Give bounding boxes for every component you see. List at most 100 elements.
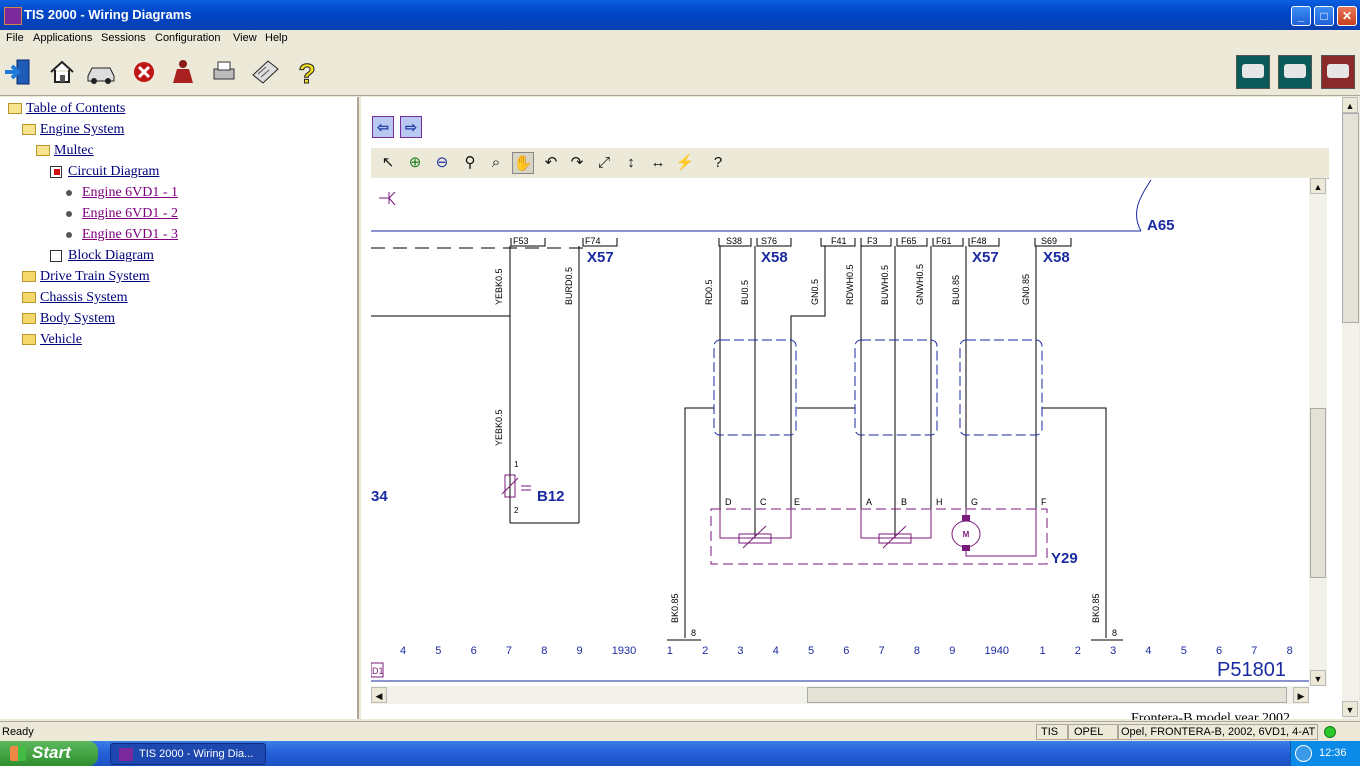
fit-height-icon[interactable]: ↕: [620, 152, 642, 174]
user-icon[interactable]: [168, 57, 198, 87]
start-button[interactable]: Start: [0, 741, 98, 766]
menu-configuration[interactable]: Configuration: [155, 32, 220, 44]
maximize-button[interactable]: □: [1314, 6, 1334, 26]
grid-number: 7: [1251, 645, 1257, 657]
tray-expand-icon[interactable]: [1295, 745, 1312, 762]
print-icon[interactable]: [209, 57, 239, 87]
bullet-icon: [66, 190, 72, 196]
wire-label: GN0.85: [1021, 274, 1031, 305]
windows-logo-icon: [10, 746, 26, 761]
tree-engine-system[interactable]: Engine System: [40, 122, 124, 138]
close-button[interactable]: ✕: [1337, 6, 1357, 26]
help-icon[interactable]: ?: [292, 57, 322, 88]
scroll-up-icon[interactable]: ▲: [1342, 97, 1358, 113]
scroll-thumb[interactable]: [807, 687, 1287, 703]
grid-number: 1930: [612, 645, 636, 657]
diagram-horizontal-scrollbar[interactable]: ◀ ▶: [371, 686, 1309, 704]
pin-label: C: [760, 497, 767, 507]
wiring-diagram[interactable]: A65 F53 F74 S38 S76 F41 F3 F65 F61 F48 S…: [371, 178, 1309, 686]
grid-number: 2: [1075, 645, 1081, 657]
tree-circuit-diagram[interactable]: Circuit Diagram: [68, 164, 159, 180]
tree-multec[interactable]: Multec: [54, 143, 94, 159]
tree-vehicle[interactable]: Vehicle: [40, 332, 82, 348]
tree-engine-6vd1-3[interactable]: Engine 6VD1 - 3: [82, 227, 178, 243]
select-tool-icon[interactable]: ↖: [377, 152, 399, 174]
menu-sessions[interactable]: Sessions: [101, 32, 146, 44]
navigation-tree: Table of Contents Engine System Multec C…: [0, 97, 359, 719]
pan-hand-icon[interactable]: ✋: [512, 152, 534, 174]
fit-page-icon[interactable]: ⤢: [593, 152, 615, 174]
menu-help[interactable]: Help: [265, 32, 288, 44]
diagram-vertical-scrollbar[interactable]: ▲ ▼: [1309, 178, 1327, 686]
tree-body-system[interactable]: Body System: [40, 311, 115, 327]
wire-label: YEBK0.5: [494, 268, 504, 305]
pane-vertical-scrollbar[interactable]: ▲ ▼: [1342, 97, 1359, 719]
menu-view[interactable]: View: [233, 32, 257, 44]
scroll-up-icon[interactable]: ▲: [1310, 178, 1326, 194]
vehicle-diagnosis-icon[interactable]: [1321, 55, 1355, 89]
forward-button[interactable]: ⇨: [400, 116, 422, 138]
pin-label: 1: [514, 460, 519, 469]
folder-icon: [22, 334, 36, 345]
diagram-canvas: A65 F53 F74 S38 S76 F41 F3 F65 F61 F48 S…: [371, 179, 1309, 682]
scroll-thumb[interactable]: [1342, 113, 1359, 323]
grid-number: 4: [773, 645, 779, 657]
taskbar-item[interactable]: TIS 2000 - Wiring Dia...: [110, 743, 266, 765]
wire-label: BU0.85: [951, 275, 961, 305]
grid-number: 5: [808, 645, 814, 657]
scroll-right-icon[interactable]: ▶: [1293, 687, 1309, 703]
fuse-label: F53: [513, 236, 529, 246]
scroll-thumb[interactable]: [1310, 408, 1326, 578]
grid-number: 4: [1145, 645, 1151, 657]
system-tray: 12:36: [1290, 741, 1360, 766]
status-text: Ready: [2, 726, 34, 738]
vehicle-icon[interactable]: [86, 57, 116, 87]
grid-number: 8: [914, 645, 920, 657]
back-button[interactable]: ⇦: [372, 116, 394, 138]
menu-file[interactable]: File: [6, 32, 24, 44]
zoom-in-icon[interactable]: ⊕: [404, 152, 426, 174]
tree-block-diagram[interactable]: Block Diagram: [68, 248, 154, 264]
scroll-down-icon[interactable]: ▼: [1310, 670, 1326, 686]
exit-icon[interactable]: [3, 57, 33, 87]
tree-engine-6vd1-1[interactable]: Engine 6VD1 - 1: [82, 185, 178, 201]
vehicle-data-icon[interactable]: [1278, 55, 1312, 89]
connector-x58: X58: [761, 249, 788, 266]
zoom-icon[interactable]: ⚲: [459, 152, 481, 174]
notepad-icon[interactable]: [250, 57, 280, 87]
grid-number: 3: [1110, 645, 1116, 657]
scroll-down-icon[interactable]: ▼: [1342, 701, 1358, 717]
zoom-area-icon[interactable]: ⌕: [485, 152, 507, 174]
menu-applications[interactable]: Applications: [33, 32, 92, 44]
tree-drive-train-system[interactable]: Drive Train System: [40, 269, 150, 285]
connector-x58: X58: [1043, 249, 1070, 266]
fit-width-icon[interactable]: ↔: [647, 152, 669, 174]
corner-label: D1: [372, 666, 384, 676]
fuse-label: F48: [971, 236, 987, 246]
grid-number: 1: [667, 645, 673, 657]
fuse-label: S76: [761, 236, 777, 246]
svg-text:?: ?: [298, 58, 315, 87]
connector-x57: X57: [972, 249, 999, 266]
tree-chassis-system[interactable]: Chassis System: [40, 290, 128, 306]
stop-icon[interactable]: [129, 57, 159, 87]
grid-number: 8: [541, 645, 547, 657]
scroll-left-icon[interactable]: ◀: [371, 687, 387, 703]
layers-icon[interactable]: ⚡: [674, 152, 696, 174]
vehicle-list-icon[interactable]: [1236, 55, 1270, 89]
minimize-button[interactable]: _: [1291, 6, 1311, 26]
grid-number: 7: [506, 645, 512, 657]
viewer-help-icon[interactable]: ?: [707, 152, 729, 174]
taskbar-item-label: TIS 2000 - Wiring Dia...: [139, 748, 254, 760]
rotate-left-icon[interactable]: ↶: [540, 152, 562, 174]
grid-number: 7: [879, 645, 885, 657]
tree-engine-6vd1-2[interactable]: Engine 6VD1 - 2: [82, 206, 178, 222]
home-icon[interactable]: [47, 57, 77, 87]
pin-label: D: [725, 497, 732, 507]
pin-label: G: [971, 497, 978, 507]
window-title: TIS 2000 - Wiring Diagrams: [24, 7, 192, 22]
zoom-out-icon[interactable]: ⊖: [431, 152, 453, 174]
folder-icon: [22, 271, 36, 282]
rotate-right-icon[interactable]: ↷: [566, 152, 588, 174]
tree-table-of-contents[interactable]: Table of Contents: [26, 101, 125, 117]
